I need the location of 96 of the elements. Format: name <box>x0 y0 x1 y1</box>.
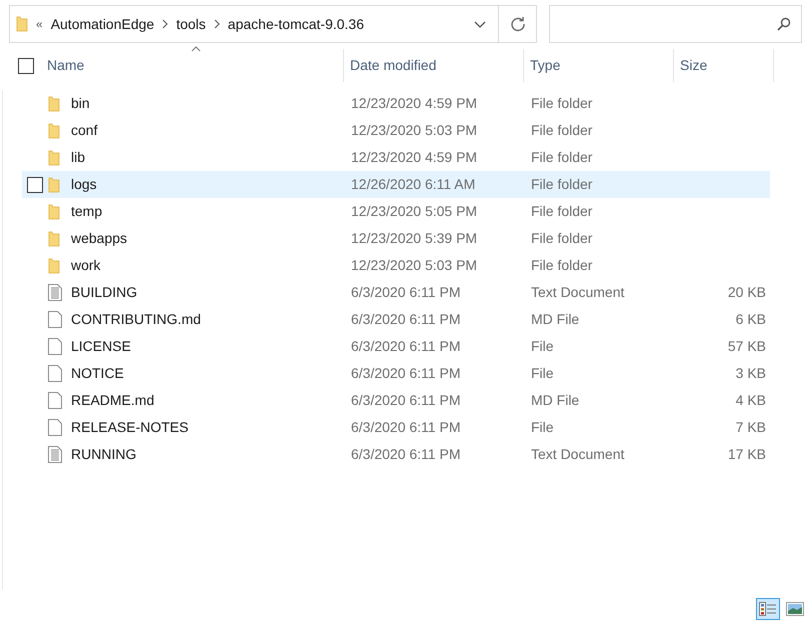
folder-icon <box>48 96 60 112</box>
file-name: CONTRIBUTING.md <box>71 311 201 327</box>
date-modified: 6/3/2020 6:11 PM <box>351 284 460 300</box>
date-modified: 6/3/2020 6:11 PM <box>351 338 460 354</box>
breadcrumb[interactable]: tools <box>176 14 206 34</box>
document-icon <box>48 365 62 382</box>
folder-icon <box>48 122 60 138</box>
column-header[interactable]: Date modified <box>350 55 436 76</box>
file-type: File <box>531 365 554 381</box>
column-header[interactable]: Size <box>680 55 708 76</box>
file-type: File folder <box>531 203 592 219</box>
file-type: File <box>531 419 554 435</box>
document-icon <box>48 419 62 436</box>
address-bar[interactable]: « AutomationEdge tools apache-tomcat-9.0.36 <box>9 5 537 43</box>
file-size: 4 KB <box>736 391 766 410</box>
date-modified: 12/23/2020 5:05 PM <box>351 203 478 219</box>
date-modified: 12/23/2020 5:03 PM <box>351 122 478 138</box>
folder-icon <box>48 258 60 274</box>
file-type: MD File <box>531 311 580 327</box>
date-modified: 12/23/2020 5:03 PM <box>351 257 478 273</box>
file-type: File folder <box>531 149 592 165</box>
text-document-icon <box>48 446 62 463</box>
row-checkbox[interactable] <box>27 176 43 192</box>
folder-icon <box>48 176 60 192</box>
file-type: MD File <box>531 392 580 408</box>
file-type: File folder <box>531 122 592 138</box>
date-modified: 6/3/2020 6:11 PM <box>351 446 460 462</box>
file-name: work <box>71 257 101 273</box>
folder-icon <box>48 230 60 246</box>
file-name: logs <box>71 176 97 192</box>
file-name: webapps <box>71 230 128 246</box>
text-document-icon <box>48 284 62 301</box>
refresh-icon <box>510 16 526 32</box>
search-field[interactable] <box>549 5 802 43</box>
file-name: README.md <box>71 392 154 408</box>
file-name: LICENSE <box>71 338 131 354</box>
file-name: bin <box>71 95 90 111</box>
file-row[interactable]: work 12/23/2020 5:03 PM File folder <box>22 252 770 279</box>
file-type: File folder <box>531 176 592 192</box>
details-view-button[interactable] <box>756 598 780 620</box>
date-modified: 6/3/2020 6:11 PM <box>351 311 460 327</box>
file-name: temp <box>71 203 102 219</box>
file-type: File <box>531 338 554 354</box>
folder-icon <box>16 16 28 32</box>
overflow-chevron[interactable]: « <box>36 15 43 33</box>
file-size: 6 KB <box>736 310 766 329</box>
select-all-checkbox[interactable] <box>18 58 34 74</box>
file-type: File folder <box>531 257 592 273</box>
file-row[interactable]: NOTICE 6/3/2020 6:11 PM File 3 KB <box>22 360 770 387</box>
file-row[interactable]: webapps 12/23/2020 5:39 PM File folder <box>22 225 770 252</box>
file-size: 20 KB <box>728 283 766 302</box>
chevron-right-icon <box>162 19 168 29</box>
date-modified: 12/26/2020 6:11 AM <box>351 176 476 192</box>
date-modified: 12/23/2020 4:59 PM <box>351 95 478 111</box>
file-name: NOTICE <box>71 365 124 381</box>
file-size: 17 KB <box>728 445 766 464</box>
file-row[interactable]: CONTRIBUTING.md 6/3/2020 6:11 PM MD File 6 KB <box>22 306 770 333</box>
document-icon <box>48 311 62 328</box>
folder-icon <box>48 204 60 220</box>
date-modified: 12/23/2020 4:59 PM <box>351 149 478 165</box>
file-type: Text Document <box>531 446 624 462</box>
file-row[interactable]: lib 12/23/2020 4:59 PM File folder <box>22 144 770 171</box>
date-modified: 6/3/2020 6:11 PM <box>351 365 460 381</box>
file-row[interactable]: conf 12/23/2020 5:03 PM File folder <box>22 117 770 144</box>
file-row[interactable]: LICENSE 6/3/2020 6:11 PM File 57 KB <box>22 333 770 360</box>
column-header[interactable]: Type <box>530 55 560 76</box>
column-header[interactable]: Name <box>47 55 84 76</box>
file-row[interactable]: README.md 6/3/2020 6:11 PM MD File 4 KB <box>22 387 770 414</box>
breadcrumb[interactable]: apache-tomcat-9.0.36 <box>228 14 364 34</box>
search-icon <box>777 17 791 31</box>
file-type: File folder <box>531 95 592 111</box>
document-icon <box>48 338 62 355</box>
file-size: 57 KB <box>728 337 766 356</box>
file-row[interactable]: RELEASE-NOTES 6/3/2020 6:11 PM File 7 KB <box>22 414 770 441</box>
file-type: Text Document <box>531 284 624 300</box>
file-name: BUILDING <box>71 284 138 300</box>
file-row[interactable]: logs 12/26/2020 6:11 AM File folder <box>22 171 770 198</box>
chevron-down-icon <box>474 20 486 28</box>
chevron-right-icon <box>214 19 220 29</box>
file-name: lib <box>71 149 86 165</box>
document-icon <box>48 392 62 409</box>
file-name: conf <box>71 122 98 138</box>
date-modified: 12/23/2020 5:39 PM <box>351 230 478 246</box>
file-size: 3 KB <box>736 364 766 383</box>
breadcrumb[interactable]: AutomationEdge <box>50 14 154 34</box>
date-modified: 6/3/2020 6:11 PM <box>351 419 460 435</box>
file-name: RELEASE-NOTES <box>71 419 188 435</box>
file-size: 7 KB <box>736 418 766 437</box>
file-row[interactable]: BUILDING 6/3/2020 6:11 PM Text Document 20 KB <box>22 279 770 306</box>
file-row[interactable]: RUNNING 6/3/2020 6:11 PM Text Document 17 KB <box>22 441 770 468</box>
file-name: RUNNING <box>71 446 136 462</box>
file-row[interactable]: temp 12/23/2020 5:05 PM File folder <box>22 198 770 225</box>
date-modified: 6/3/2020 6:11 PM <box>351 392 460 408</box>
file-row[interactable]: bin 12/23/2020 4:59 PM File folder <box>22 90 770 117</box>
file-type: File folder <box>531 230 592 246</box>
folder-icon <box>48 150 60 166</box>
